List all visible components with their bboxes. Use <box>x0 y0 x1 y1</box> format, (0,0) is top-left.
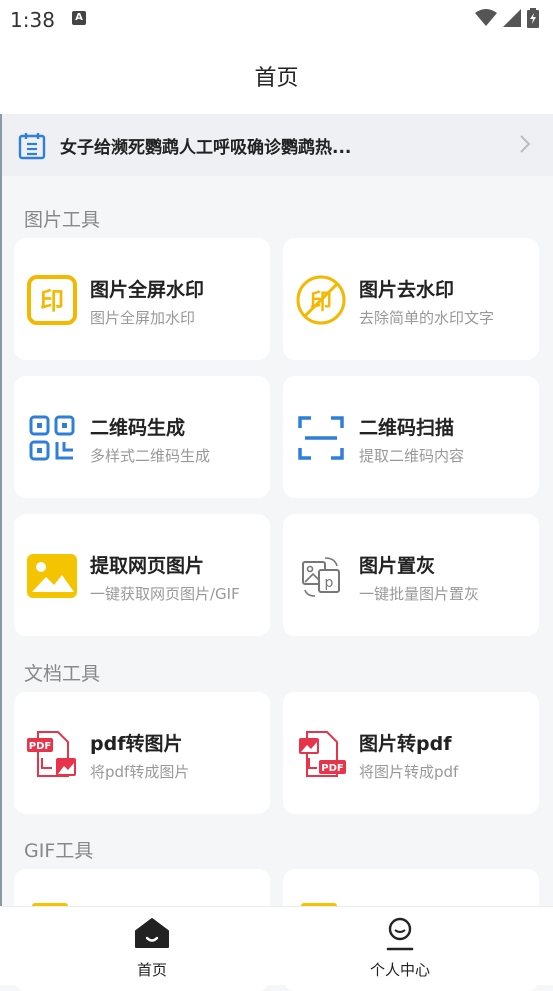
section-title-image-tools: 图片工具 <box>24 209 101 231</box>
svg-text:PDF: PDF <box>321 763 343 774</box>
card-title: 二维码扫描 <box>359 417 455 439</box>
signal-icon <box>503 9 521 27</box>
card-pdf-to-image[interactable]: PDF pdf转图片 将pdf转成图片 <box>14 692 270 814</box>
grayscale-icon: p <box>302 557 340 597</box>
card-subtitle: 去除简单的水印文字 <box>359 309 495 327</box>
card-title: 图片去水印 <box>359 279 455 301</box>
pdf-to-image-icon: PDF <box>27 731 76 777</box>
profile-icon <box>386 917 414 951</box>
card-subtitle: 将图片转成pdf <box>359 763 459 781</box>
card-title: 图片转pdf <box>359 733 452 755</box>
svg-text:PDF: PDF <box>29 741 51 752</box>
card-subtitle: 多样式二维码生成 <box>90 447 211 465</box>
page-header: 首页 <box>0 38 553 114</box>
tab-label: 个人中心 <box>369 961 430 979</box>
tab-profile[interactable]: 个人中心 <box>262 907 538 985</box>
notice-text: 女子给濒死鹦鹉人工呼吸确诊鹦鹉热... <box>60 138 352 158</box>
card-image-grayscale[interactable]: p 图片置灰 一键批量图片置灰 <box>283 514 539 636</box>
card-subtitle: 提取二维码内容 <box>359 447 465 465</box>
qrcode-icon <box>29 415 75 461</box>
wifi-icon <box>475 9 497 26</box>
card-title: 二维码生成 <box>90 417 186 439</box>
status-bar: 1:38 A <box>0 0 553 38</box>
card-title: pdf转图片 <box>90 733 183 755</box>
bottom-tab-bar: 首页 个人中心 <box>0 906 553 985</box>
image-to-pdf-icon: PDF <box>299 731 346 777</box>
tab-label: 首页 <box>136 961 167 979</box>
image-icon <box>27 554 77 598</box>
news-notice-bar[interactable]: 女子给濒死鹦鹉人工呼吸确诊鹦鹉热... <box>2 114 553 176</box>
card-extract-web-images[interactable]: 提取网页图片 一键获取网页图片/GIF <box>14 514 270 636</box>
page-title: 首页 <box>254 66 299 91</box>
remove-watermark-icon: 印 <box>296 275 346 325</box>
card-title: 提取网页图片 <box>90 555 205 577</box>
card-title: 图片置灰 <box>359 555 436 577</box>
calendar-news-icon <box>18 133 46 160</box>
card-title: 图片全屏水印 <box>90 279 205 301</box>
tab-home[interactable]: 首页 <box>14 907 290 985</box>
status-time: 1:38 <box>10 8 55 32</box>
card-subtitle: 一键批量图片置灰 <box>359 585 480 603</box>
section-title-document-tools: 文档工具 <box>24 663 101 685</box>
card-qrcode-scan[interactable]: 二维码扫描 提取二维码内容 <box>283 376 539 498</box>
svg-text:p: p <box>325 575 334 591</box>
card-subtitle: 图片全屏加水印 <box>90 309 196 327</box>
section-title-gif-tools: GIF工具 <box>24 840 94 862</box>
home-icon <box>135 918 169 948</box>
card-image-to-pdf[interactable]: PDF 图片转pdf 将图片转成pdf <box>283 692 539 814</box>
card-subtitle: 将pdf转成图片 <box>90 763 190 781</box>
card-fullscreen-watermark[interactable]: 印 图片全屏水印 图片全屏加水印 <box>14 238 270 360</box>
card-remove-watermark[interactable]: 印 图片去水印 去除简单的水印文字 <box>283 238 539 360</box>
chevron-right-icon <box>520 135 531 153</box>
notification-badge: A <box>72 11 86 25</box>
card-subtitle: 一键获取网页图片/GIF <box>90 585 240 603</box>
watermark-icon: 印 <box>27 275 77 325</box>
svg-text:印: 印 <box>40 287 64 315</box>
system-icons <box>475 8 539 28</box>
card-qrcode-generate[interactable]: 二维码生成 多样式二维码生成 <box>14 376 270 498</box>
scan-icon <box>298 416 344 460</box>
battery-icon <box>527 8 539 28</box>
